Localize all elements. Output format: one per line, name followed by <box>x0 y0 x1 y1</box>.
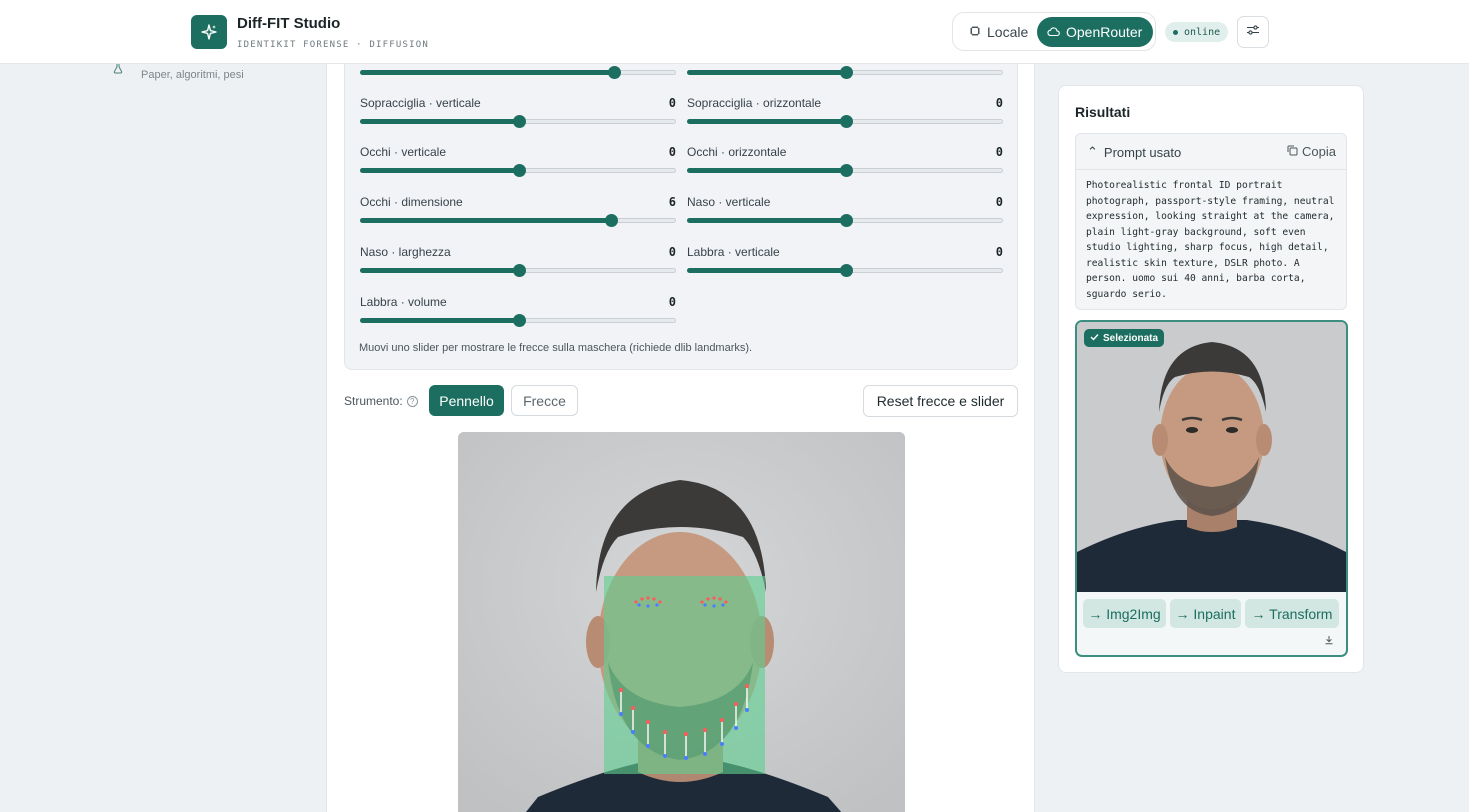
slider-fill <box>687 268 845 273</box>
slider-track[interactable] <box>360 314 676 327</box>
results-title: Risultati <box>1075 104 1131 120</box>
slider-thumb[interactable] <box>607 66 621 79</box>
tool-label-text: Strumento: <box>344 394 403 408</box>
slider-fill <box>360 119 518 124</box>
sliders-icon <box>1246 23 1260 41</box>
prompt-box: ⌃ Prompt usato Copia Photorealistic fron… <box>1075 133 1347 310</box>
slider-value: 0 <box>995 96 1003 110</box>
slider-fill <box>360 70 613 75</box>
sliders-hint: Muovi uno slider per mostrare le frecce … <box>359 342 753 354</box>
mode-local-label: Locale <box>987 24 1029 40</box>
slider-label: Sopracciglia · verticale <box>360 96 481 110</box>
slider-value: 0 <box>995 245 1003 259</box>
mode-local-button[interactable]: Locale <box>959 17 1038 47</box>
slider-track[interactable] <box>360 66 676 79</box>
slider-track[interactable] <box>687 214 1003 227</box>
copy-label: Copia <box>1302 144 1336 159</box>
check-icon <box>1090 333 1099 344</box>
slider-track[interactable] <box>360 264 676 277</box>
backend-toggle: Locale OpenRouter <box>952 12 1156 51</box>
slider-track[interactable] <box>687 115 1003 128</box>
result-portrait[interactable] <box>1077 322 1346 592</box>
copy-button[interactable]: Copia <box>1287 144 1336 159</box>
slider-fill <box>360 168 518 173</box>
status-badge: online <box>1165 22 1229 42</box>
chevron-up-icon: ⌃ <box>1087 144 1098 159</box>
slider-track[interactable] <box>687 264 1003 277</box>
slider-track[interactable] <box>360 115 676 128</box>
slider-thumb[interactable] <box>840 66 853 79</box>
slider-value: 0 <box>668 96 676 110</box>
settings-button[interactable] <box>1237 16 1269 48</box>
slider-thumb[interactable] <box>513 164 526 177</box>
chip-icon <box>969 24 981 40</box>
slider-track[interactable] <box>687 164 1003 177</box>
slider-thumb[interactable] <box>840 214 853 227</box>
status-label: online <box>1184 26 1221 38</box>
copy-icon <box>1287 144 1298 159</box>
mode-openrouter-label: OpenRouter <box>1066 24 1143 40</box>
result-card[interactable]: Selezionata → Img2Img → Inpaint → Transf… <box>1075 320 1348 657</box>
slider-thumb[interactable] <box>513 314 526 327</box>
prompt-toggle[interactable]: ⌃ Prompt usato <box>1087 144 1181 160</box>
img2img-button[interactable]: → Img2Img <box>1083 599 1166 628</box>
slider-fill <box>687 119 845 124</box>
slider-thumb[interactable] <box>513 264 526 277</box>
slider-thumb[interactable] <box>840 164 853 177</box>
brush-tool-button[interactable]: Pennello <box>429 385 504 416</box>
slider-label: Labbra · verticale <box>687 245 780 259</box>
slider-value: 0 <box>995 145 1003 159</box>
selected-badge: Selezionata <box>1084 329 1165 347</box>
reset-button[interactable]: Reset frecce e slider <box>863 385 1018 417</box>
slider-value: 0 <box>668 145 676 159</box>
slider-value: 0 <box>668 245 676 259</box>
slider-track[interactable] <box>360 214 676 227</box>
app-subtitle: IDENTIKIT FORENSE · DIFFUSION <box>237 40 429 50</box>
slider-label: Occhi · orizzontale <box>687 145 787 159</box>
inpaint-button[interactable]: → Inpaint <box>1170 599 1241 628</box>
selected-label: Selezionata <box>1103 332 1159 344</box>
slider-label: Naso · larghezza <box>360 245 451 259</box>
cloud-icon <box>1047 24 1060 40</box>
slider-label: Sopracciglia · orizzontale <box>687 96 822 110</box>
transform-button[interactable]: → Transform <box>1245 599 1339 628</box>
slider-label: Labbra · volume <box>360 295 447 309</box>
help-icon[interactable]: ? <box>406 395 418 407</box>
status-dot <box>1173 29 1178 35</box>
prompt-header-label: Prompt usato <box>1103 144 1182 160</box>
download-icon[interactable] <box>1322 633 1336 647</box>
slider-label: Occhi · verticale <box>360 145 447 159</box>
portrait-with-mask[interactable] <box>458 432 905 812</box>
slider-label: Naso · verticale <box>687 195 771 209</box>
slider-fill <box>360 218 610 223</box>
slider-thumb[interactable] <box>513 115 526 128</box>
arrows-tool-button[interactable]: Frecce <box>511 385 578 416</box>
slider-fill <box>360 318 518 323</box>
slider-thumb[interactable] <box>840 264 853 277</box>
prompt-header[interactable]: ⌃ Prompt usato Copia <box>1076 134 1346 170</box>
slider-label: Occhi · dimensione <box>360 195 463 209</box>
slider-thumb[interactable] <box>604 214 618 227</box>
slider-fill <box>687 168 845 173</box>
slider-fill <box>360 268 518 273</box>
slider-track[interactable] <box>687 66 1003 79</box>
tool-label: Strumento: ? <box>344 394 418 408</box>
slider-value: 0 <box>668 295 676 309</box>
prompt-text: Photorealistic frontal ID portrait photo… <box>1086 180 1335 300</box>
nav-item-subtitle: Paper, algoritmi, pesi <box>141 69 244 81</box>
mask-canvas[interactable] <box>458 432 905 812</box>
slider-fill <box>687 70 845 75</box>
mode-openrouter-button[interactable]: OpenRouter <box>1037 17 1153 47</box>
slider-value: 0 <box>995 195 1003 209</box>
slider-value: 6 <box>668 195 676 209</box>
app-title: Diff-FIT Studio <box>237 15 341 32</box>
slider-fill <box>687 218 845 223</box>
slider-track[interactable] <box>360 164 676 177</box>
slider-thumb[interactable] <box>840 115 853 128</box>
sparkles-icon[interactable] <box>191 15 227 49</box>
app-header: Diff-FIT Studio IDENTIKIT FORENSE · DIFF… <box>0 0 1469 64</box>
